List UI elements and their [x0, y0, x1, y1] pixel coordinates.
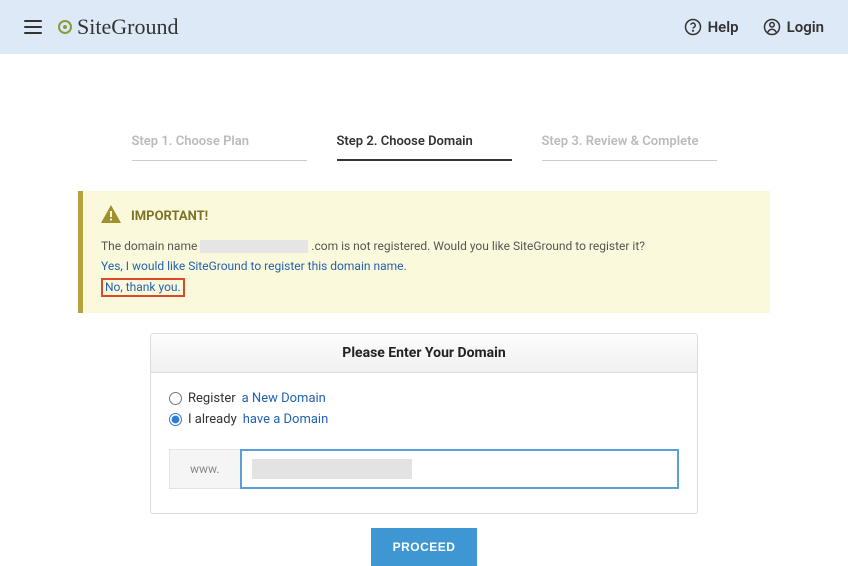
brand-text: SiteGround [77, 14, 178, 40]
register-link-text: a New Domain [242, 391, 326, 406]
register-domain-radio[interactable] [169, 392, 182, 405]
step-3[interactable]: Step 3. Review & Complete [542, 134, 717, 161]
domain-panel-body: Register a New Domain I already have a D… [151, 373, 697, 513]
domain-input-row: www. [169, 449, 679, 489]
header-right: Help Login [684, 18, 824, 36]
brand-logo[interactable]: SiteGround [58, 14, 178, 40]
domain-placeholder [200, 240, 308, 253]
alert-text-before: The domain name [101, 239, 200, 253]
help-label: Help [708, 18, 739, 36]
www-prefix: www. [169, 449, 240, 489]
help-icon [684, 18, 702, 36]
domain-input[interactable] [240, 449, 680, 489]
alert-yes-link[interactable]: Yes, I would like SiteGround to register… [101, 256, 752, 276]
domain-panel-title: Please Enter Your Domain [151, 334, 697, 373]
have-prefix: I already [188, 412, 237, 427]
step-2[interactable]: Step 2. Choose Domain [337, 134, 512, 161]
register-domain-option[interactable]: Register a New Domain [169, 391, 679, 406]
login-label: Login [787, 18, 824, 36]
step-tabs: Step 1. Choose Plan Step 2. Choose Domai… [0, 134, 848, 161]
register-prefix: Register [188, 391, 236, 406]
top-header: SiteGround Help Login [0, 0, 848, 54]
header-left: SiteGround [24, 14, 178, 40]
logo-icon [58, 20, 72, 34]
important-alert: IMPORTANT! The domain name .com is not r… [78, 191, 770, 313]
user-icon [763, 18, 781, 36]
domain-panel: Please Enter Your Domain Register a New … [150, 333, 698, 514]
alert-no-link[interactable]: No, thank you. [101, 278, 185, 298]
alert-body: The domain name .com is not registered. … [101, 236, 752, 297]
have-link-text: have a Domain [243, 412, 329, 427]
help-link[interactable]: Help [684, 18, 739, 36]
proceed-button[interactable]: PROCEED [371, 528, 478, 566]
alert-header: IMPORTANT! [101, 205, 752, 228]
proceed-wrap: PROCEED [0, 528, 848, 566]
domain-input-value-placeholder [252, 459, 412, 479]
menu-icon[interactable] [24, 20, 42, 34]
warning-icon [101, 205, 121, 228]
alert-title: IMPORTANT! [131, 209, 208, 224]
alert-text-after: .com is not registered. Would you like S… [311, 239, 645, 253]
login-link[interactable]: Login [763, 18, 824, 36]
have-domain-radio[interactable] [169, 413, 182, 426]
step-1[interactable]: Step 1. Choose Plan [132, 134, 307, 161]
have-domain-option[interactable]: I already have a Domain [169, 412, 679, 427]
